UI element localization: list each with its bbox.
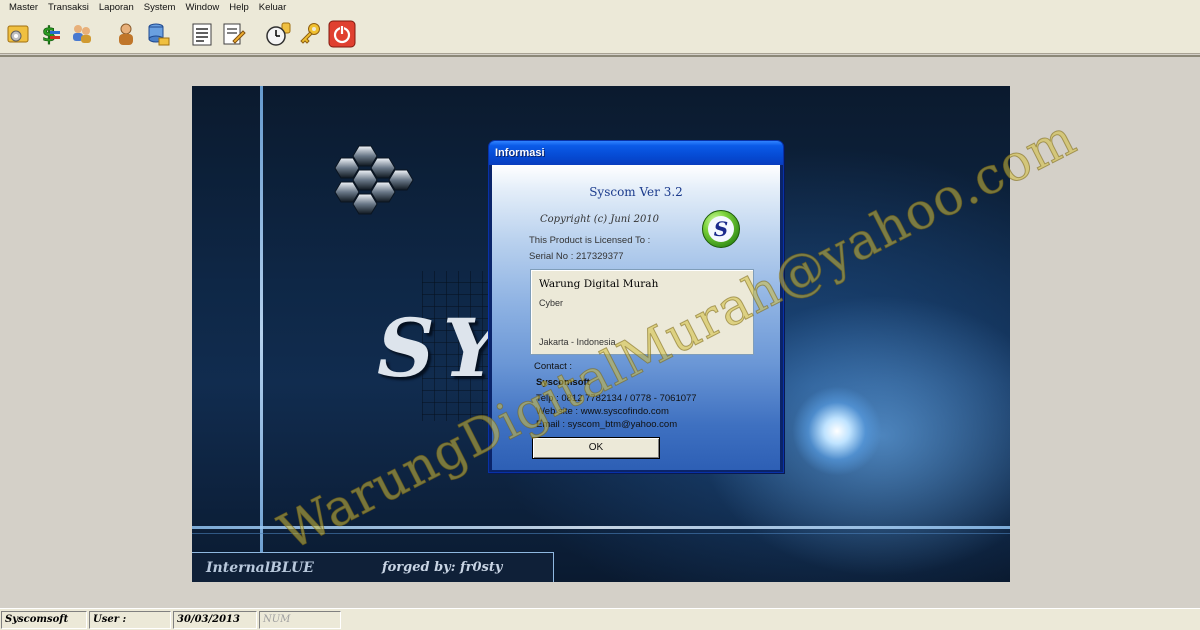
status-bar: Syscomsoft User : ADMIN 30/03/2013 NUM — [0, 608, 1200, 630]
menu-transaksi[interactable]: Transaksi — [43, 2, 94, 13]
status-user: User : ADMIN — [89, 610, 171, 630]
hexagon-cluster-icon — [334, 145, 414, 215]
serial-label: Serial No : 217329377 — [529, 251, 624, 262]
licensed-to-label: This Product is Licensed To : — [529, 235, 651, 246]
money-icon: $ — [42, 21, 60, 46]
menu-window[interactable]: Window — [180, 2, 224, 13]
menu-system[interactable]: System — [139, 2, 181, 13]
key-icon — [300, 22, 320, 44]
licensee-name: Warung Digital Murah — [539, 278, 659, 290]
splash-footer-left: InternalBLUE — [206, 559, 314, 576]
clock-button[interactable] — [263, 19, 293, 49]
menu-bar: Master Transaksi Laporan System Window H… — [0, 0, 1200, 14]
settings-icon — [7, 25, 29, 42]
licensee-line2: Cyber — [539, 298, 564, 308]
settings-button[interactable] — [3, 19, 33, 49]
menu-master[interactable]: Master — [4, 2, 43, 13]
clock-icon — [266, 22, 291, 46]
edit-button[interactable] — [219, 19, 249, 49]
menu-keluar[interactable]: Keluar — [254, 2, 291, 13]
menu-laporan[interactable]: Laporan — [94, 2, 139, 13]
splash-footer: InternalBLUE forged by: fr0sty — [192, 552, 554, 582]
copyright-label: Copyright (c) Juni 2010 — [540, 214, 660, 225]
dialog-titlebar[interactable]: Informasi — [489, 141, 783, 165]
splash-footer-right: forged by: fr0sty — [382, 560, 503, 575]
report-icon — [192, 23, 212, 45]
syscom-logo-icon: S — [702, 210, 740, 248]
ok-button[interactable]: OK — [532, 437, 660, 459]
users-icon — [73, 24, 91, 43]
key-button[interactable] — [295, 19, 325, 49]
toolbar: $ — [0, 14, 1200, 54]
status-num: NUM — [259, 610, 341, 629]
users-button[interactable] — [67, 19, 97, 49]
status-app: Syscomsoft — [1, 610, 87, 629]
money-button[interactable]: $ — [35, 19, 65, 49]
edit-icon — [223, 23, 246, 44]
version-label: Syscom Ver 3.2 — [589, 185, 683, 199]
power-icon — [328, 20, 356, 47]
report-button[interactable] — [187, 19, 217, 49]
dialog-title: Informasi — [495, 147, 545, 159]
menu-help[interactable]: Help — [224, 2, 254, 13]
status-date: 30/03/2013 — [173, 610, 257, 629]
logo-letter: S — [708, 216, 734, 242]
power-button[interactable] — [327, 19, 357, 49]
swirl-glow — [792, 386, 882, 476]
user-button[interactable] — [111, 19, 141, 49]
database-icon — [148, 23, 170, 45]
user-icon — [119, 23, 133, 45]
database-button[interactable] — [143, 19, 173, 49]
